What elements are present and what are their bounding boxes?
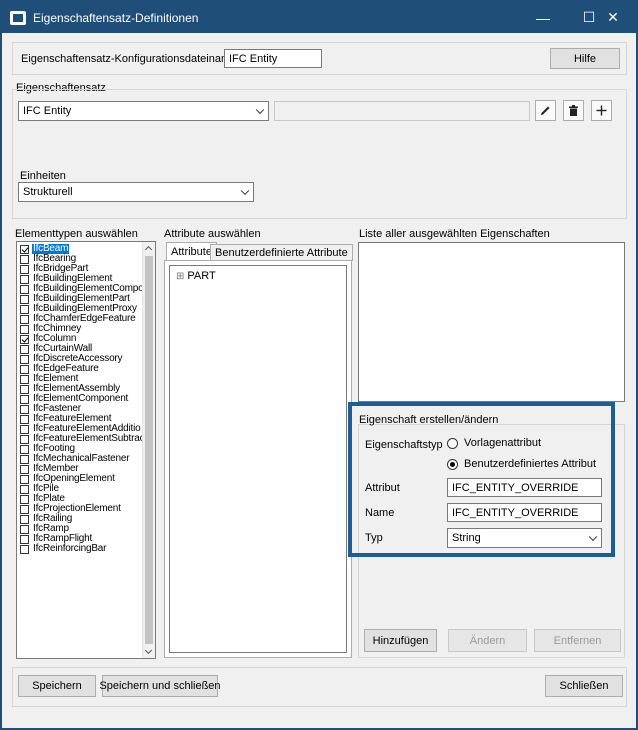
element-type-checkbox[interactable] [20, 384, 29, 394]
tree-node-part[interactable]: ⊞ PART [176, 270, 216, 282]
element-type-checkbox[interactable] [20, 514, 29, 524]
element-type-checkbox[interactable] [20, 374, 29, 384]
element-type-checkbox[interactable] [20, 464, 29, 474]
element-type-checkbox[interactable] [20, 524, 29, 534]
selected-properties-list[interactable] [358, 242, 625, 402]
propertyset-selected: IFC Entity [23, 105, 72, 117]
units-select[interactable]: Strukturell [18, 182, 254, 202]
attributes-tree[interactable]: ⊞ PART [169, 265, 347, 653]
element-types-items: IfcBeam IfcBearing IfcBridgePart IfcBuildin… [17, 244, 145, 554]
edit-button[interactable] [535, 100, 556, 121]
tree-node-label: PART [187, 270, 216, 282]
element-type-checkbox[interactable] [20, 304, 29, 314]
attributes-panel: ⊞ PART [164, 260, 352, 658]
save-button[interactable]: Speichern [18, 675, 96, 697]
element-types-label: Elementtypen auswählen [15, 228, 138, 240]
close-button[interactable]: Schließen [545, 675, 623, 697]
element-type-checkbox[interactable] [20, 434, 29, 444]
element-type-checkbox[interactable] [20, 544, 29, 554]
delete-button[interactable] [563, 100, 584, 121]
config-group: Eigenschaftensatz-Konfigurationsdateinam… [12, 42, 627, 75]
element-type-checkbox[interactable] [20, 324, 29, 334]
element-type-checkbox[interactable] [20, 344, 29, 354]
trash-icon [569, 105, 578, 116]
scroll-down-icon[interactable] [144, 646, 153, 655]
element-types-list[interactable]: IfcBeam IfcBearing IfcBridgePart IfcBuildin… [16, 241, 156, 659]
scroll-up-icon[interactable] [144, 245, 153, 254]
window-title: Eigenschaftensatz-Definitionen [33, 10, 199, 25]
save-and-close-button[interactable]: Speichern und schließen [99, 675, 221, 697]
dialog-window: Eigenschaftensatz-Definitionen — ☐ ✕ Eig… [2, 2, 636, 728]
help-button[interactable]: Hilfe [550, 48, 620, 69]
add-property-button[interactable]: Hinzufügen [364, 629, 437, 652]
element-type-checkbox[interactable] [20, 244, 29, 254]
element-type-checkbox[interactable] [20, 284, 29, 294]
element-type-checkbox[interactable] [20, 254, 29, 264]
element-type-checkbox[interactable] [20, 494, 29, 504]
change-property-button[interactable]: Ändern [448, 629, 527, 652]
app-icon [10, 10, 26, 25]
element-type-checkbox[interactable] [20, 274, 29, 284]
element-type-checkbox[interactable] [20, 484, 29, 494]
plus-icon [596, 105, 607, 116]
element-type-checkbox[interactable] [20, 414, 29, 424]
element-list-scrollbar[interactable] [142, 242, 155, 658]
propertyset-text-field [274, 101, 530, 121]
add-button[interactable] [591, 100, 612, 121]
element-type-checkbox[interactable] [20, 534, 29, 544]
config-filename-input[interactable]: IFC Entity [224, 49, 322, 68]
minimize-icon: — [536, 9, 550, 26]
element-type-checkbox[interactable] [20, 474, 29, 484]
element-type-checkbox[interactable] [20, 454, 29, 464]
propertyset-select[interactable]: IFC Entity [18, 101, 269, 121]
highlight-frame [348, 402, 615, 557]
chevron-down-icon [240, 186, 250, 196]
config-label: Eigenschaftensatz-Konfigurationsdateinam… [21, 53, 237, 65]
element-type-checkbox[interactable] [20, 354, 29, 364]
element-type-item[interactable]: IfcReinforcingBar [17, 544, 142, 554]
element-type-checkbox[interactable] [20, 364, 29, 374]
tab-attribute-label: Attribute [171, 246, 212, 258]
element-type-checkbox[interactable] [20, 264, 29, 274]
tab-custom-label: Benutzerdefinierte Attribute [215, 247, 348, 259]
element-type-checkbox[interactable] [20, 444, 29, 454]
element-type-checkbox[interactable] [20, 394, 29, 404]
title-bar[interactable]: Eigenschaftensatz-Definitionen — ☐ ✕ [2, 2, 636, 33]
element-type-label: IfcReinforcingBar [33, 543, 107, 554]
element-type-checkbox[interactable] [20, 404, 29, 414]
chevron-down-icon [255, 105, 265, 115]
element-type-checkbox[interactable] [20, 424, 29, 434]
minimize-button[interactable]: — [520, 2, 566, 33]
element-type-checkbox[interactable] [20, 504, 29, 514]
selected-properties-label: Liste aller ausgewählten Eigenschaften [359, 228, 550, 240]
element-type-checkbox[interactable] [20, 314, 29, 324]
expand-icon[interactable]: ⊞ [176, 271, 184, 282]
tab-custom-attributes[interactable]: Benutzerdefinierte Attribute [210, 244, 353, 261]
pencil-icon [541, 106, 550, 115]
config-filename-value: IFC Entity [229, 52, 278, 65]
element-type-checkbox[interactable] [20, 294, 29, 304]
close-icon: ✕ [607, 9, 619, 25]
element-type-checkbox[interactable] [20, 334, 29, 344]
close-window-button[interactable]: ✕ [590, 2, 636, 33]
remove-property-button[interactable]: Entfernen [534, 629, 621, 652]
attributes-label: Attribute auswählen [164, 228, 261, 240]
units-label: Einheiten [20, 170, 66, 182]
scroll-thumb[interactable] [145, 256, 153, 644]
units-selected: Strukturell [23, 186, 73, 198]
